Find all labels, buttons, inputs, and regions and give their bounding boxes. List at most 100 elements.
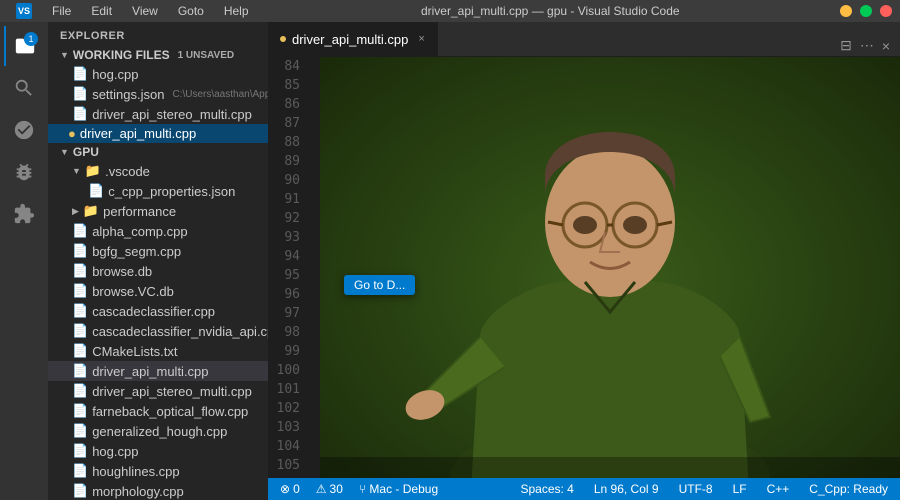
hog-file[interactable]: 📄hog.cpp <box>48 441 268 461</box>
tab-label: driver_api_multi.cpp <box>292 32 408 47</box>
code-container: 84858687 88899091 92939495 96979899 1001… <box>268 57 900 478</box>
line-ending-status[interactable]: LF <box>729 482 751 496</box>
search-icon[interactable] <box>4 68 44 108</box>
bgfg-file[interactable]: 📄bgfg_segm.cpp <box>48 241 268 261</box>
position-status[interactable]: Ln 96, Col 9 <box>590 482 663 496</box>
encoding-status[interactable]: UTF-8 <box>675 482 717 496</box>
tab-driver-multi[interactable]: driver_api_multi.cpp × <box>268 22 438 56</box>
file-icon: 📄 <box>72 223 88 239</box>
warning-count[interactable]: ⚠ 30 <box>312 482 347 496</box>
main-layout: 1 EXPLORER ▼ WORKING FILES 1 UNSAVED 📄 h… <box>0 22 900 500</box>
file-icon: 📄 <box>72 86 88 102</box>
close-button[interactable]: × <box>880 5 892 17</box>
minimize-button[interactable]: − <box>840 5 852 17</box>
presenter-overlay <box>320 57 900 478</box>
tab-close-button[interactable]: × <box>418 33 424 45</box>
warning-icon: ⚠ <box>316 482 327 496</box>
alpha-comp-file[interactable]: 📄alpha_comp.cpp <box>48 221 268 241</box>
sidebar: EXPLORER ▼ WORKING FILES 1 UNSAVED 📄 hog… <box>48 22 268 500</box>
error-count[interactable]: ⊗ 0 <box>276 482 304 496</box>
editor-actions: ⊟ ⋯ × <box>838 35 900 56</box>
browse-vc-file[interactable]: 📄browse.VC.db <box>48 281 268 301</box>
cascade-file[interactable]: 📄cascadeclassifier.cpp <box>48 301 268 321</box>
browse-db-file[interactable]: 📄browse.db <box>48 261 268 281</box>
titlebar: VS File Edit View Goto Help driver_api_m… <box>0 0 900 22</box>
explorer-badge: 1 <box>24 32 38 46</box>
menu-goto[interactable]: Goto <box>174 2 208 20</box>
working-file-driver-multi[interactable]: ● driver_api_multi.cpp <box>48 124 268 143</box>
working-file-hog[interactable]: 📄 hog.cpp <box>48 64 268 84</box>
window-controls: − □ × <box>840 5 892 17</box>
morphology-file[interactable]: 📄morphology.cpp <box>48 481 268 500</box>
split-editor-button[interactable]: ⊟ <box>838 35 854 56</box>
working-files-arrow: ▼ <box>60 50 69 60</box>
file-icon: 📄 <box>88 183 104 199</box>
statusbar-left: ⊗ 0 ⚠ 30 ⑂ Mac - Debug <box>276 482 442 496</box>
window-title: driver_api_multi.cpp — gpu - Visual Stud… <box>261 4 840 18</box>
error-icon: ⊗ <box>280 482 290 496</box>
driver-multi-file[interactable]: 📄driver_api_multi.cpp <box>48 361 268 381</box>
language-status[interactable]: C++ <box>763 482 794 496</box>
file-icon: 📄 <box>72 243 88 259</box>
branch-icon: ⑂ <box>359 482 366 496</box>
file-icon: 📄 <box>72 443 88 459</box>
file-icon: 📄 <box>72 423 88 439</box>
line-numbers: 84858687 88899091 92939495 96979899 1001… <box>268 57 308 478</box>
file-icon: 📄 <box>72 283 88 299</box>
perf-arrow: ▶ <box>72 206 79 217</box>
explorer-icon[interactable]: 1 <box>4 26 44 66</box>
farneback-file[interactable]: 📄farneback_optical_flow.cpp <box>48 401 268 421</box>
cmake-file[interactable]: 📄CMakeLists.txt <box>48 341 268 361</box>
more-actions-button[interactable]: ⋯ <box>858 35 876 56</box>
working-file-settings[interactable]: 📄 settings.json C:\Users\aasthan\AppData… <box>48 84 268 104</box>
unsaved-indicator <box>280 36 286 42</box>
branch-status[interactable]: ⑂ Mac - Debug <box>355 482 442 496</box>
working-file-driver-stereo[interactable]: 📄 driver_api_stereo_multi.cpp <box>48 104 268 124</box>
goto-definition-popup[interactable]: Go to D... <box>344 275 415 295</box>
file-icon: 📄 <box>72 463 88 479</box>
git-icon[interactable] <box>4 110 44 150</box>
cpp-status[interactable]: C_Cpp: Ready <box>805 482 892 496</box>
extensions-icon[interactable] <box>4 194 44 234</box>
houghlines-file[interactable]: 📄houghlines.cpp <box>48 461 268 481</box>
close-editor-button[interactable]: × <box>880 36 892 56</box>
warning-number: 30 <box>330 482 343 496</box>
menu-edit[interactable]: Edit <box>87 2 116 20</box>
cascade-nvidia-file[interactable]: 📄cascadeclassifier_nvidia_api.cpp <box>48 321 268 341</box>
app-icon: VS <box>16 3 32 19</box>
unsaved-dot: ● <box>68 126 76 141</box>
activity-bar: 1 <box>0 22 48 500</box>
menu-view[interactable]: View <box>128 2 162 20</box>
menu-file[interactable]: File <box>48 2 75 20</box>
gpu-folder-header[interactable]: ▼ GPU <box>48 143 268 161</box>
gen-hough-file[interactable]: 📄generalized_hough.cpp <box>48 421 268 441</box>
vscode-folder[interactable]: ▼ 📁 .vscode <box>48 161 268 181</box>
explorer-header: EXPLORER <box>48 22 268 46</box>
gpu-arrow: ▼ <box>60 147 69 157</box>
file-icon: 📄 <box>72 323 88 339</box>
debug-icon[interactable] <box>4 152 44 192</box>
status-bar: ⊗ 0 ⚠ 30 ⑂ Mac - Debug Spaces: 4 Ln 96, … <box>268 478 900 500</box>
app-icon: VS File Edit View Goto Help <box>8 0 261 22</box>
menu-bar: File Edit View Goto Help <box>48 2 253 20</box>
menu-help[interactable]: Help <box>220 2 253 20</box>
error-number: 0 <box>293 482 300 496</box>
file-icon: 📄 <box>72 363 88 379</box>
branch-label: Mac - Debug <box>369 482 438 496</box>
working-files-header[interactable]: ▼ WORKING FILES 1 UNSAVED <box>48 46 268 64</box>
performance-folder[interactable]: ▶ 📁 performance <box>48 201 268 221</box>
driver-stereo-file[interactable]: 📄driver_api_stereo_multi.cpp <box>48 381 268 401</box>
c-cpp-props-file[interactable]: 📄 c_cpp_properties.json <box>48 181 268 201</box>
vscode-arrow: ▼ <box>72 166 81 176</box>
file-icon: 📄 <box>72 263 88 279</box>
presenter-image <box>320 57 900 478</box>
file-icon: 📄 <box>72 483 88 499</box>
file-icon: 📄 <box>72 383 88 399</box>
maximize-button[interactable]: □ <box>860 5 872 17</box>
file-icon: 📄 <box>72 106 88 122</box>
file-icon: 📄 <box>72 303 88 319</box>
spaces-status[interactable]: Spaces: 4 <box>516 482 577 496</box>
file-icon: 📄 <box>72 403 88 419</box>
folder-icon: 📁 <box>85 163 101 179</box>
editor-area: driver_api_multi.cpp × ⊟ ⋯ × 84858687 88… <box>268 22 900 500</box>
